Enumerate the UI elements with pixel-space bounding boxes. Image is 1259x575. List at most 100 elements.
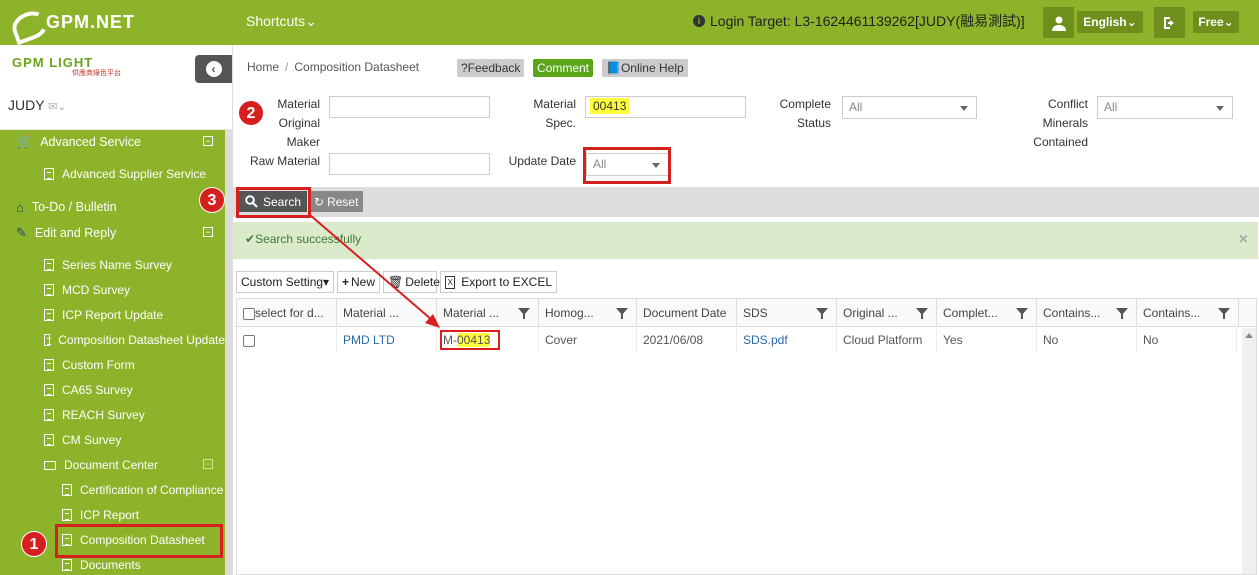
sidebar-item-certification-of-compliance[interactable]: Certification of Compliance [0,479,225,501]
conflict-minerals-select[interactable]: All [1097,96,1233,119]
comment-button[interactable]: Comment [533,59,594,77]
sidebar-item-custom-form[interactable]: Custom Form [0,354,225,376]
filter-icon[interactable] [816,308,828,319]
plan-select[interactable]: Free ⌄ [1193,11,1239,33]
document-icon [44,309,54,321]
filter-icon[interactable] [1218,308,1230,319]
row-select-cell [237,328,337,352]
leaf-icon [10,8,44,36]
highlight-search [236,187,311,218]
online-help-button[interactable]: 📘 Online Help [602,59,688,77]
column-header-material-spec[interactable]: Material ... [437,299,539,327]
filter-icon[interactable] [616,308,628,319]
material-spec-input[interactable]: 00413 [585,96,746,118]
sidebar-item-icp-report[interactable]: ICP Report [0,504,225,526]
user-button[interactable] [1043,7,1074,38]
sidebar: GPM LIGHT 供應商綠色平台 ‹ JUDY ✉⌄ 🛒 Advanced Se… [0,45,232,575]
export-excel-button[interactable]: X Export to EXCEL [440,271,557,293]
chevron-down-icon: ⌄ [1126,15,1137,29]
raw-material-input[interactable] [329,153,490,175]
document-icon [44,259,54,271]
filter-icon[interactable] [1016,308,1028,319]
collapse-icon[interactable]: − [203,459,213,469]
new-button[interactable]: + New [337,271,380,293]
sidebar-item-document-center[interactable]: Document Center − [0,454,225,476]
column-header-label: Document Date [643,306,727,320]
sidebar-item-edit-and-reply[interactable]: ✎ Edit and Reply − [0,222,225,244]
sidebar-item-label: ICP Report Update [62,308,164,322]
gpm-logo[interactable]: GPM.NET [10,6,135,38]
column-header-complete[interactable]: Complet... [937,299,1037,327]
row-checkbox[interactable] [243,334,255,347]
column-header-material-maker[interactable]: Material ... [337,299,437,327]
collapse-icon[interactable]: − [203,227,213,237]
sidebar-item-todo-bulletin[interactable]: ⌂ To-Do / Bulletin [0,196,225,218]
sidebar-item-label: REACH Survey [62,408,145,422]
filter-icon[interactable] [1116,308,1128,319]
folder-icon [44,460,56,470]
reset-button[interactable]: ↻ Reset [309,191,364,212]
language-select[interactable]: English ⌄ [1077,11,1143,33]
custom-setting-button[interactable]: Custom Setting ▾ [236,271,334,293]
sidebar-item-label: Certification of Compliance [80,483,224,497]
sidebar-item-series-name-survey[interactable]: Series Name Survey [0,254,225,276]
column-header-original[interactable]: Original ... [837,299,937,327]
scroll-up-icon[interactable] [1245,333,1253,338]
material-spec-value: 00413 [590,98,630,114]
new-label: New [351,275,376,289]
column-header-select[interactable]: select for d... [237,299,337,327]
highlight-composition-datasheet [55,524,223,558]
edit-icon: ✎ [16,225,27,240]
sidebar-scrollbar[interactable] [225,130,232,575]
gpm-light-logo-sub: 供應商綠色平台 [72,70,121,77]
column-header-contains-1[interactable]: Contains... [1037,299,1137,327]
feedback-button[interactable]: ?Feedback [457,59,525,77]
delete-button[interactable]: 🗑 Delete [383,271,440,293]
collapse-sidebar-button[interactable]: ‹ [195,55,232,83]
plan-label: Free [1198,15,1224,29]
close-icon[interactable]: × [1239,231,1248,249]
filter-icon[interactable] [916,308,928,319]
login-target: i Login Target: L3-1624461139262[JUDY(融易… [693,11,1025,31]
select-all-checkbox[interactable] [243,307,255,320]
info-icon: i [693,15,705,27]
column-header-label: Contains... [1143,306,1201,320]
document-icon [44,434,54,446]
sidebar-item-icp-report-update[interactable]: ICP Report Update [0,304,225,326]
sidebar-item-ca65-survey[interactable]: CA65 Survey [0,379,225,401]
column-header-contains-2[interactable]: Contains... [1137,299,1239,327]
collapse-icon[interactable]: − [203,136,213,146]
sidebar-item-advanced-service[interactable]: 🛒 Advanced Service − [0,131,225,153]
column-header-document-date[interactable]: Document Date [637,299,737,327]
datasheet-grid: select for d... Material ... Material ..… [236,298,1257,575]
user-menu[interactable]: JUDY ✉⌄ [8,97,67,113]
logout-icon [1163,16,1174,29]
caret-down-icon: ▾ [323,275,330,289]
logo-text: GPM.NET [46,11,136,32]
breadcrumb: Home / Composition Datasheet [247,60,419,74]
filter-icon[interactable] [518,308,530,319]
sidebar-item-label: Custom Form [62,358,135,372]
breadcrumb-home[interactable]: Home [247,60,279,74]
sidebar-item-composition-datasheet-update[interactable]: Composition Datasheet Update [0,329,225,351]
logout-button[interactable] [1154,7,1185,38]
document-icon [62,484,72,496]
sidebar-item-advanced-supplier-service[interactable]: Advanced Supplier Service [0,163,225,185]
complete-status-select[interactable]: All [842,96,977,119]
material-original-maker-input[interactable] [329,96,490,118]
sidebar-item-cm-survey[interactable]: CM Survey [0,429,225,451]
shortcuts-menu[interactable]: Shortcuts⌄ [246,13,317,30]
user-name: JUDY [8,97,45,113]
document-icon [62,559,72,571]
maker-link[interactable]: PMD LTD [337,328,437,352]
column-header-sds[interactable]: SDS [737,299,837,327]
column-header-homog[interactable]: Homog... [539,299,637,327]
sidebar-header: GPM LIGHT 供應商綠色平台 ‹ JUDY ✉⌄ [0,45,232,130]
complete-status-label: Complete Status [779,97,831,130]
grid-scrollbar[interactable] [1242,328,1256,574]
sds-link[interactable]: SDS.pdf [737,328,837,352]
sidebar-item-reach-survey[interactable]: REACH Survey [0,404,225,426]
sidebar-item-mcd-survey[interactable]: MCD Survey [0,279,225,301]
top-bar: GPM.NET Shortcuts⌄ i Login Target: L3-16… [0,0,1259,45]
table-row[interactable]: PMD LTD M-00413 Cover 2021/06/08 SDS.pdf… [237,328,1242,352]
